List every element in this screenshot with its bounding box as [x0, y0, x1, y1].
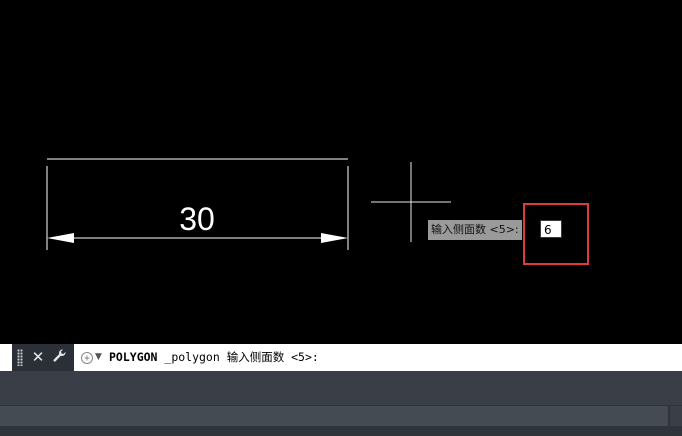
- command-name: POLYGON: [109, 350, 158, 364]
- command-line-text[interactable]: POLYGON _polygon 输入侧面数 <5>:: [109, 344, 319, 371]
- highlight-annotation-box: [523, 203, 589, 265]
- layout-tab-bar: [0, 371, 682, 405]
- dimension-arrow-right: [321, 233, 348, 243]
- drawing-canvas[interactable]: 30 输入侧面数 <5>: 6: [0, 0, 682, 344]
- dimension-arrow-left: [47, 233, 74, 243]
- command-line-tools: ✕: [12, 344, 74, 371]
- command-prompt-text: _polygon 输入侧面数 <5>:: [157, 350, 319, 364]
- horizontal-scrollbar[interactable]: [0, 406, 668, 426]
- scrollbar-end: [670, 406, 682, 426]
- drawing-svg: 30: [46, 158, 451, 250]
- command-line-bar[interactable]: ✕ ▼ POLYGON _polygon 输入侧面数 <5>:: [0, 344, 682, 371]
- dynamic-input-prompt: 输入侧面数 <5>:: [428, 220, 522, 240]
- close-icon[interactable]: ✕: [29, 348, 47, 366]
- dimension-text: 30: [179, 201, 215, 237]
- chevron-down-icon[interactable]: ▼: [95, 349, 102, 365]
- command-prompt-icon[interactable]: [80, 350, 94, 364]
- wrench-icon[interactable]: [51, 348, 69, 366]
- grip-handle[interactable]: [17, 349, 23, 366]
